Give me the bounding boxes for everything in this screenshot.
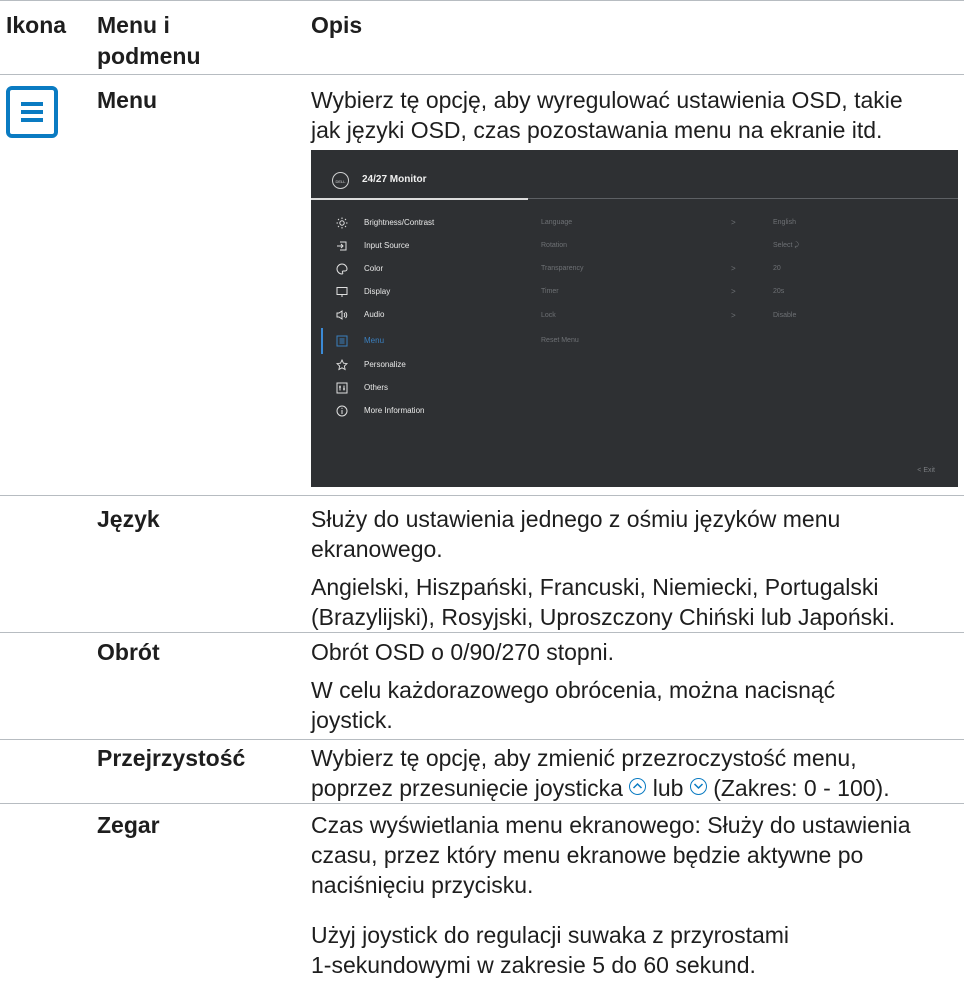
- przejrzystosc-text-a: poprzez przesunięcie joysticka: [311, 775, 630, 801]
- osd-sub-timer-value: 20s: [773, 288, 785, 295]
- obrot-desc-line2: W celu każdorazowego obrócenia, można na…: [311, 677, 836, 703]
- osd-sub-rotation[interactable]: Rotation: [541, 239, 567, 253]
- obrot-description: Obrót OSD o 0/90/270 stopni. W celu każd…: [311, 637, 961, 735]
- osd-selection-bar: [321, 328, 323, 354]
- joystick-up-icon: [629, 778, 647, 796]
- osd-item-label: Personalize: [364, 360, 406, 369]
- osd-sub-lock-arrow: >: [731, 311, 736, 320]
- menu-desc-line2: jak języki OSD, czas pozostawania menu n…: [311, 117, 883, 143]
- osd-item-label: Menu: [364, 336, 385, 345]
- jezyk-desc-line4: (Brazylijski), Rosyjski, Uproszczony Chi…: [311, 604, 896, 630]
- przejrzystosc-desc-line2: poprzez przesunięcie joysticka lub (Zakr…: [311, 773, 961, 803]
- row-rule-obrot: [0, 632, 964, 633]
- osd-sub-transparency[interactable]: Transparency: [541, 262, 584, 276]
- osd-sub-lock-value: Disable: [773, 312, 797, 319]
- jezyk-description: Służy do ustawienia jednego z ośmiu języ…: [311, 504, 961, 632]
- osd-sub-timer-arrow: >: [731, 287, 736, 296]
- osd-sub-reset-menu[interactable]: Reset Menu: [541, 334, 579, 348]
- przejrzystosc-text-b: lub: [646, 775, 690, 801]
- przejrzystosc-text-c: (Zakres: 0 - 100).: [706, 775, 890, 801]
- obrot-desc-line3: joystick.: [311, 707, 393, 733]
- osd-sub-transparency-value: 20: [773, 265, 781, 272]
- others-icon: [336, 382, 348, 394]
- display-icon: [336, 287, 348, 297]
- osd-title-divider: [528, 198, 958, 199]
- header-rule: [0, 74, 964, 75]
- row-rule-jezyk: [0, 495, 964, 496]
- jezyk-desc-line3: Angielski, Hiszpański, Francuski, Niemie…: [311, 574, 879, 600]
- joystick-down-icon: [689, 778, 707, 796]
- row-rule-przejrzystosc: [0, 739, 964, 740]
- osd-sub-timer[interactable]: Timer: [541, 285, 559, 299]
- przejrzystosc-description: Wybierz tę opcję, aby zmienić przezroczy…: [311, 743, 961, 803]
- osd-sub-language-arrow: >: [731, 218, 736, 227]
- star-icon: [336, 359, 348, 371]
- osd-item-label: Audio: [364, 310, 385, 319]
- header-menu-line1: Menu i: [97, 12, 170, 38]
- osd-sub-lock[interactable]: Lock: [541, 309, 556, 323]
- osd-item-label: Brightness/Contrast: [364, 218, 435, 227]
- header-menu-col: Menu i podmenu: [97, 10, 201, 72]
- obrot-label: Obrót: [97, 639, 160, 665]
- osd-title: 24/27 Monitor: [362, 174, 427, 185]
- color-icon: [336, 263, 348, 275]
- dell-logo: DELL: [332, 172, 349, 189]
- osd-item-label: Input Source: [364, 241, 410, 250]
- menu-description: Wybierz tę opcję, aby wyregulować ustawi…: [311, 85, 961, 145]
- osd-sub-language[interactable]: Language: [541, 216, 572, 230]
- info-icon: [336, 405, 348, 417]
- osd-item-label: Others: [364, 383, 389, 392]
- brightness-icon: [336, 217, 348, 229]
- header-desc-col: Opis: [311, 12, 363, 38]
- zegar-desc-line5: 1-sekundowymi w zakresie 5 do 60 sekund.: [311, 952, 756, 978]
- osd-exit-button[interactable]: < Exit: [917, 467, 935, 474]
- jezyk-desc-line1: Służy do ustawienia jednego z ośmiu języ…: [311, 506, 841, 532]
- input-source-icon: [337, 241, 347, 251]
- menu-label: Menu: [97, 87, 158, 113]
- zegar-description: Czas wyświetlania menu ekranowego: Służy…: [311, 810, 961, 980]
- jezyk-desc-line2: ekranowego.: [311, 536, 443, 562]
- przejrzystosc-label: Przejrzystość: [97, 745, 246, 771]
- header-menu-line2: podmenu: [97, 43, 201, 69]
- zegar-desc-line2: czasu, przez który menu ekranowe będzie …: [311, 842, 864, 868]
- menu-icon: [336, 335, 348, 347]
- jezyk-label: Język: [97, 506, 160, 532]
- table-top-rule: [0, 0, 964, 1]
- osd-sub-language-value: English: [773, 219, 796, 226]
- zegar-desc-line3: naciśnięciu przycisku.: [311, 872, 534, 898]
- osd-sub-transparency-arrow: >: [731, 264, 736, 273]
- osd-sub-rotation-value: Select ⤸: [773, 242, 799, 249]
- audio-icon: [336, 310, 348, 320]
- header-icon-col: Ikona: [6, 12, 67, 38]
- menu-desc-line1: Wybierz tę opcję, aby wyregulować ustawi…: [311, 87, 903, 113]
- osd-item-label: Display: [364, 287, 391, 296]
- osd-title-underline: [311, 198, 528, 200]
- obrot-desc-line1: Obrót OSD o 0/90/270 stopni.: [311, 639, 615, 665]
- osd-item-label: Color: [364, 264, 384, 273]
- osd-item-label: More Information: [364, 406, 425, 415]
- zegar-desc-line1: Czas wyświetlania menu ekranowego: Służy…: [311, 812, 911, 838]
- menu-list-icon: [6, 86, 58, 138]
- osd-screenshot: DELL 24/27 Monitor Brightness/Contrast I…: [311, 150, 958, 487]
- przejrzystosc-desc-line1: Wybierz tę opcję, aby zmienić przezroczy…: [311, 745, 857, 771]
- zegar-desc-line4: Użyj joystick do regulacji suwaka z przy…: [311, 922, 790, 948]
- zegar-label: Zegar: [97, 812, 160, 838]
- row-rule-zegar: [0, 803, 964, 804]
